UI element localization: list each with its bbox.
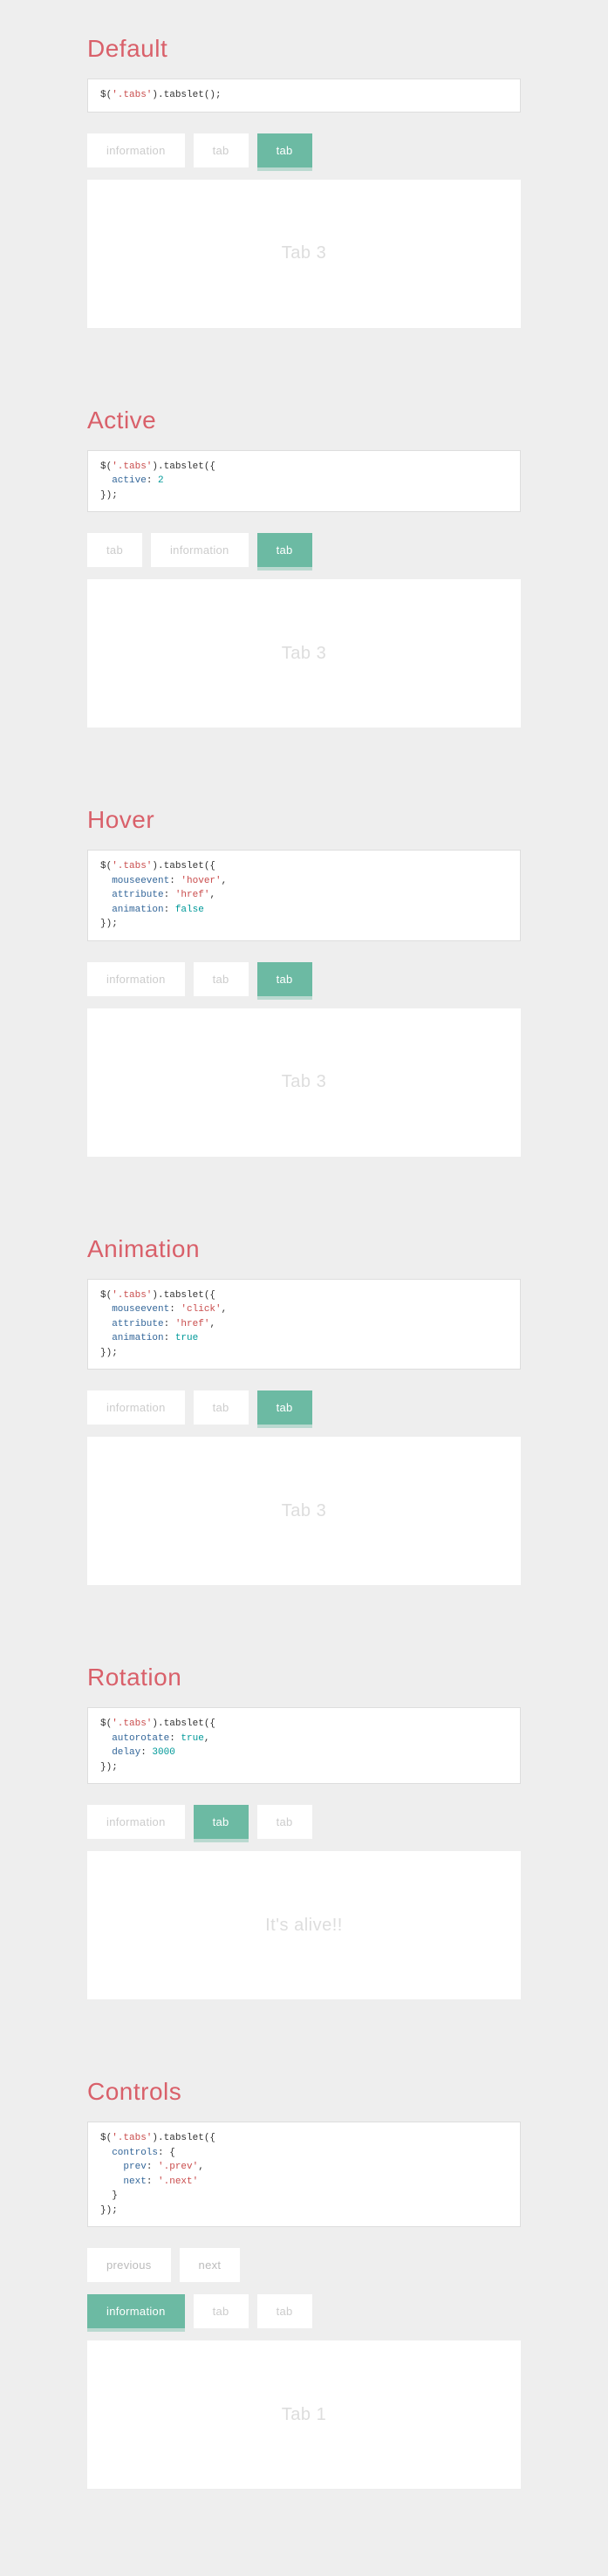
section-title: Active xyxy=(87,407,521,434)
controls-row: previous next xyxy=(87,2248,521,2282)
example-section: Hover $('.tabs').tabslet({ mouseevent: 'h… xyxy=(87,806,521,1157)
tab-item[interactable]: tab xyxy=(257,962,312,996)
section-title: Default xyxy=(87,35,521,63)
tab-item[interactable]: information xyxy=(87,962,185,996)
tab-item[interactable]: tab xyxy=(257,133,312,167)
tab-panel: Tab 3 xyxy=(87,1008,521,1157)
tab-panel: Tab 1 xyxy=(87,2340,521,2489)
code-block: $('.tabs').tabslet({ mouseevent: 'click'… xyxy=(87,1279,521,1370)
tab-item[interactable]: tab xyxy=(194,962,249,996)
tabs-row: tabinformationtab xyxy=(87,533,521,567)
example-section: Controls $('.tabs').tabslet({ controls: {… xyxy=(87,2078,521,2489)
tab-item[interactable]: tab xyxy=(194,1805,249,1839)
section-title: Rotation xyxy=(87,1664,521,1691)
section-title: Animation xyxy=(87,1235,521,1263)
tabs-row: information tabtab xyxy=(87,962,521,996)
tabs-row: information tabtab xyxy=(87,1390,521,1425)
tab-item[interactable]: information xyxy=(87,1805,185,1839)
section-title: Hover xyxy=(87,806,521,834)
tab-item[interactable]: tab xyxy=(194,2294,249,2328)
tab-item[interactable]: tab xyxy=(257,1390,312,1425)
code-block: $('.tabs').tabslet({ mouseevent: 'hover'… xyxy=(87,850,521,941)
tabs-row: information tabtab xyxy=(87,133,521,167)
tabs-row: information tabtab xyxy=(87,1805,521,1839)
example-section: Default $('.tabs').tabslet(); information t… xyxy=(87,35,521,328)
tab-panel: It's alive!! xyxy=(87,1851,521,1999)
example-section: Animation $('.tabs').tabslet({ mouseevent… xyxy=(87,1235,521,1586)
code-block: $('.tabs').tabslet(); xyxy=(87,79,521,113)
tab-panel: Tab 3 xyxy=(87,579,521,728)
tab-item[interactable]: tab xyxy=(194,1390,249,1425)
tab-item[interactable]: tab xyxy=(257,1805,312,1839)
code-block: $('.tabs').tabslet({ autorotate: true, d… xyxy=(87,1707,521,1784)
tab-panel: Tab 3 xyxy=(87,180,521,328)
tab-item[interactable]: tab xyxy=(194,133,249,167)
code-block: $('.tabs').tabslet({ controls: { prev: '… xyxy=(87,2122,521,2227)
tab-item[interactable]: information xyxy=(87,2294,185,2328)
code-block: $('.tabs').tabslet({ active: 2 }); xyxy=(87,450,521,513)
tabs-row: information tabtab xyxy=(87,2294,521,2328)
tab-item[interactable]: tab xyxy=(257,2294,312,2328)
section-title: Controls xyxy=(87,2078,521,2106)
tab-item[interactable]: tab xyxy=(257,533,312,567)
tab-panel: Tab 3 xyxy=(87,1437,521,1585)
next-button[interactable]: next xyxy=(180,2248,241,2282)
example-section: Rotation $('.tabs').tabslet({ autorotate:… xyxy=(87,1664,521,1999)
example-section: Active $('.tabs').tabslet({ active: 2 });… xyxy=(87,407,521,728)
tab-item[interactable]: tab xyxy=(87,533,142,567)
tab-item[interactable]: information xyxy=(151,533,249,567)
tab-item[interactable]: information xyxy=(87,1390,185,1425)
previous-button[interactable]: previous xyxy=(87,2248,171,2282)
tab-item[interactable]: information xyxy=(87,133,185,167)
